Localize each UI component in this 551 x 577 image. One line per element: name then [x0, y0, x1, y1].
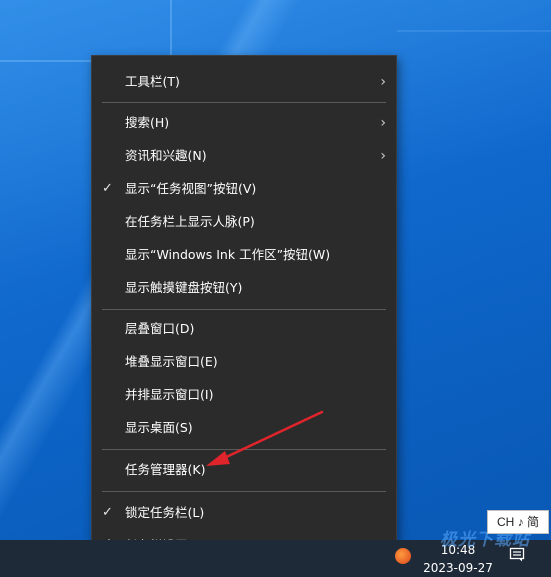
menu-item-cascade-windows[interactable]: 层叠窗口(D): [92, 313, 396, 345]
wallpaper-pane-line: [0, 60, 91, 62]
taskbar-context-menu: 工具栏(T) › 搜索(H) › 资讯和兴趣(N) › ✓ 显示“任务视图”按钮…: [91, 55, 397, 565]
menu-item-label: 并排显示窗口(I): [125, 387, 214, 402]
menu-separator: [102, 309, 386, 310]
menu-item-label: 在任务栏上显示人脉(P): [125, 214, 255, 229]
check-icon: ✓: [102, 505, 113, 520]
chevron-right-icon: ›: [380, 148, 386, 164]
menu-item-show-touch-keyboard-button[interactable]: 显示触摸键盘按钮(Y): [92, 272, 396, 304]
clock-date: 2023-09-27: [423, 561, 493, 575]
menu-item-show-task-view-button[interactable]: ✓ 显示“任务视图”按钮(V): [92, 173, 396, 205]
menu-item-news-and-interests[interactable]: 资讯和兴趣(N) ›: [92, 140, 396, 172]
menu-item-lock-taskbar[interactable]: ✓ 锁定任务栏(L): [92, 497, 396, 529]
menu-item-side-by-side-windows[interactable]: 并排显示窗口(I): [92, 379, 396, 411]
menu-separator: [102, 491, 386, 492]
menu-separator: [102, 449, 386, 450]
menu-item-label: 层叠窗口(D): [125, 321, 195, 336]
check-icon: ✓: [102, 181, 113, 196]
menu-item-label: 显示桌面(S): [125, 420, 193, 435]
menu-item-label: 搜索(H): [125, 115, 170, 130]
tray-app-icon[interactable]: [395, 548, 411, 564]
menu-item-task-manager[interactable]: 任务管理器(K): [92, 454, 396, 486]
wallpaper-pane-line: [170, 0, 172, 60]
menu-item-show-windows-ink-button[interactable]: 显示“Windows Ink 工作区”按钮(W): [92, 239, 396, 271]
chevron-right-icon: ›: [380, 115, 386, 131]
chevron-right-icon: ›: [380, 74, 386, 90]
menu-item-label: 工具栏(T): [125, 74, 180, 89]
menu-item-label: 显示“任务视图”按钮(V): [125, 181, 257, 196]
menu-item-toolbars[interactable]: 工具栏(T) ›: [92, 66, 396, 98]
ime-language-indicator[interactable]: CH ♪ 简: [487, 510, 549, 534]
menu-item-label: 堆叠显示窗口(E): [125, 354, 218, 369]
menu-item-label: 资讯和兴趣(N): [125, 148, 207, 163]
menu-item-label: 显示“Windows Ink 工作区”按钮(W): [125, 247, 331, 262]
menu-item-label: 任务管理器(K): [125, 462, 206, 477]
menu-item-label: 锁定任务栏(L): [125, 505, 205, 520]
menu-separator: [102, 102, 386, 103]
menu-item-search[interactable]: 搜索(H) ›: [92, 107, 396, 139]
menu-item-label: 显示触摸键盘按钮(Y): [125, 280, 243, 295]
menu-item-show-people[interactable]: 在任务栏上显示人脉(P): [92, 206, 396, 238]
wallpaper-pane-line: [397, 30, 551, 32]
menu-item-stack-windows[interactable]: 堆叠显示窗口(E): [92, 346, 396, 378]
menu-item-show-desktop[interactable]: 显示桌面(S): [92, 412, 396, 444]
